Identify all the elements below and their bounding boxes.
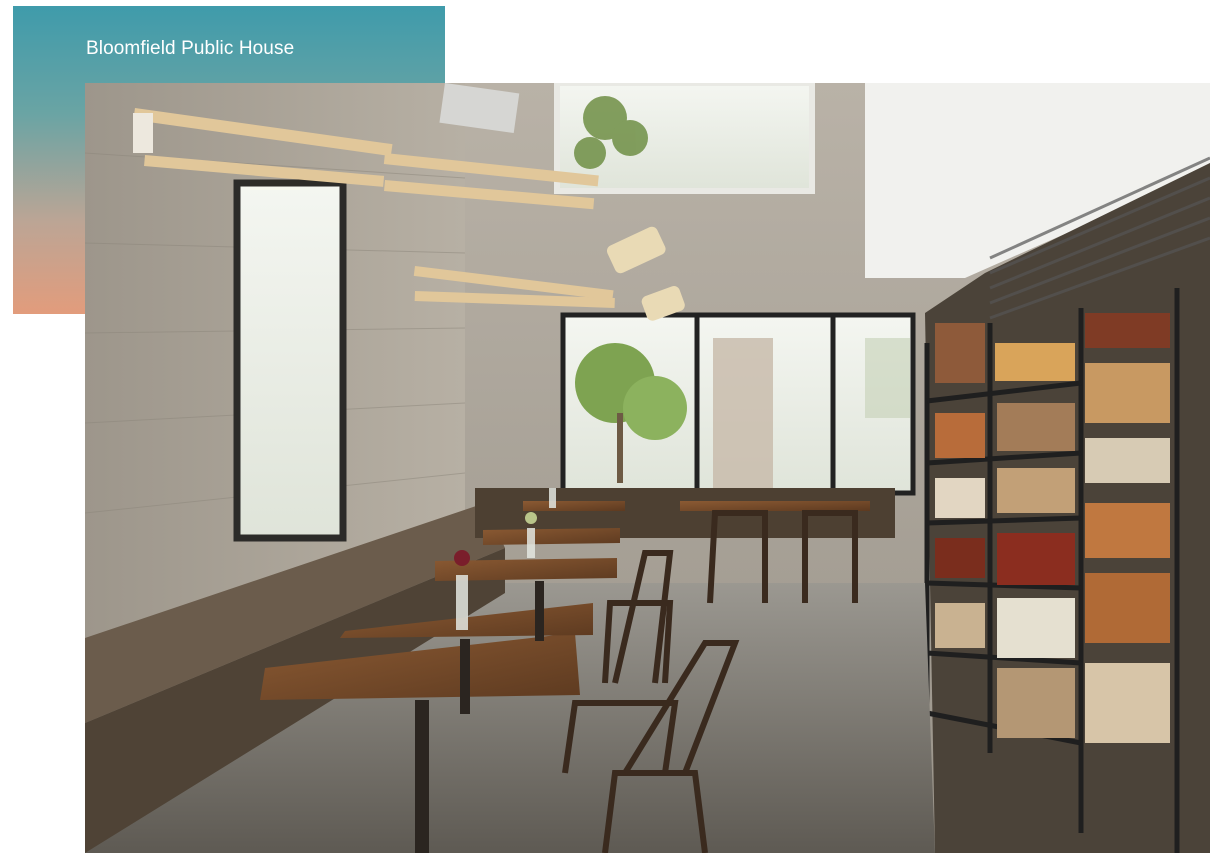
side-window [233, 179, 347, 542]
cafe-interior-illustration [85, 83, 1210, 853]
cafe-interior-photo [85, 83, 1210, 853]
page: Bloomfield Public House [0, 0, 1210, 853]
site-title[interactable]: Bloomfield Public House [86, 38, 294, 60]
